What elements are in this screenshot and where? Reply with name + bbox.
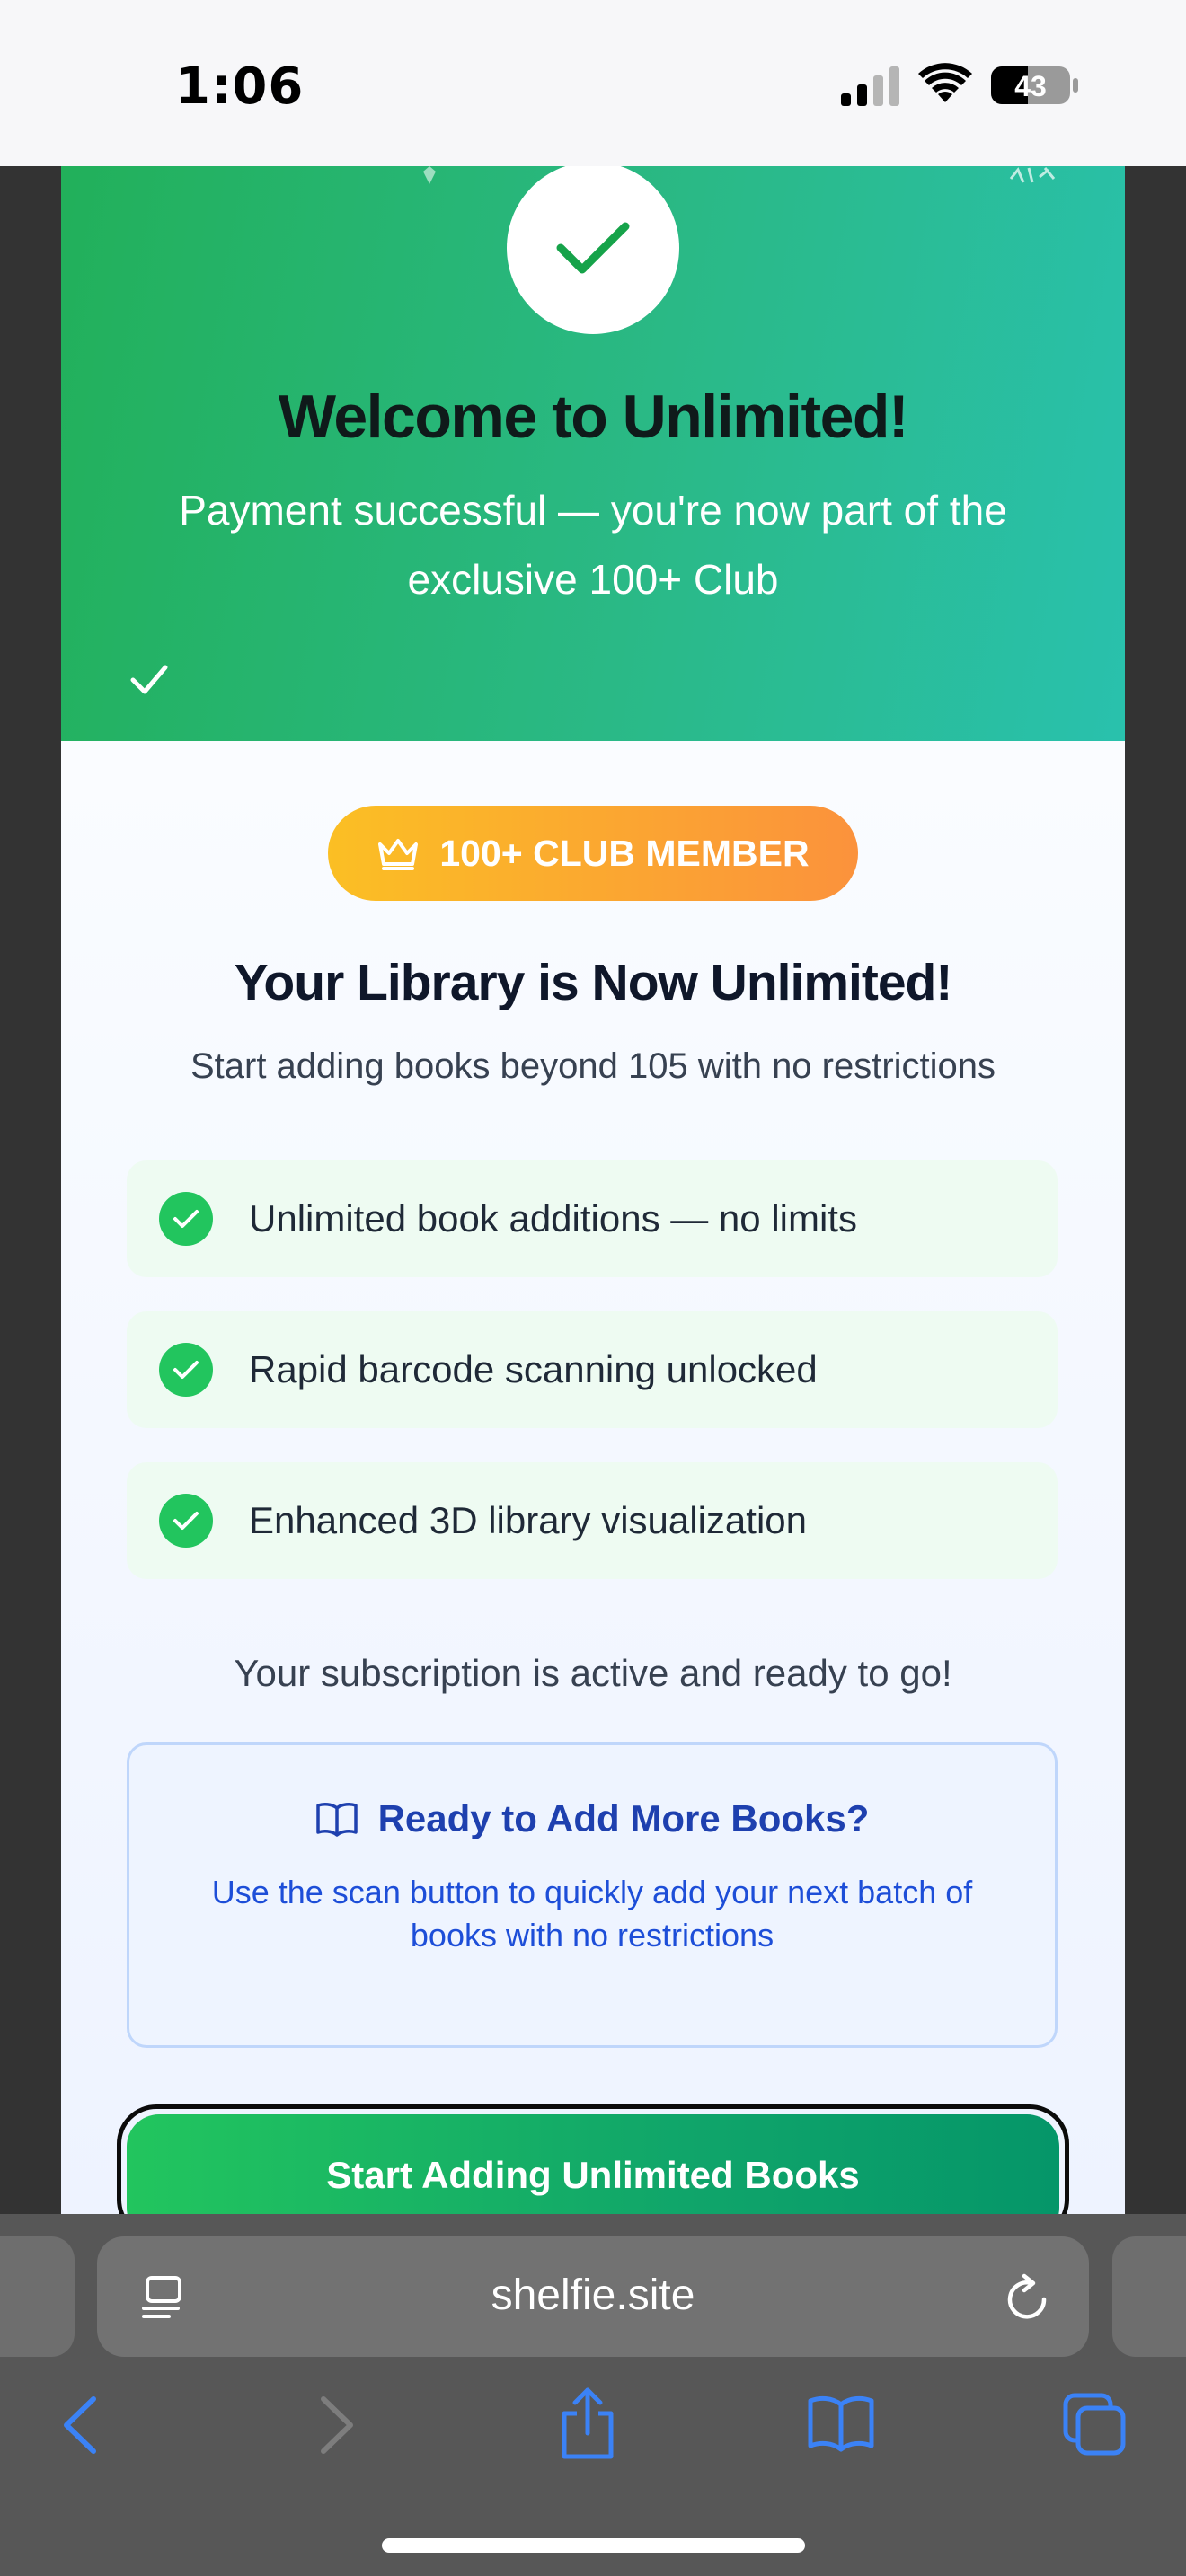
library-subtitle: Start adding books beyond 105 with no re… (190, 1046, 996, 1086)
battery-level: 43 (1014, 70, 1047, 102)
modal-subtitle: Payment successful — you're now part of … (179, 487, 1007, 603)
address-bar[interactable]: shelfie.site (97, 2236, 1089, 2357)
feature-label: Enhanced 3D library visualization (249, 1499, 807, 1541)
success-modal: Welcome to Unlimited! Payment successful… (61, 166, 1125, 2214)
modal-header: Welcome to Unlimited! Payment successful… (61, 166, 1125, 741)
feature-label: Rapid barcode scanning unlocked (249, 1348, 818, 1390)
status-bar: 1:06 43 (0, 0, 1186, 166)
decorative-check-icon (130, 665, 168, 694)
library-title: Your Library is Now Unlimited! (234, 954, 953, 1011)
club-member-label: 100+ CLUB MEMBER (439, 832, 810, 874)
modal-title: Welcome to Unlimited! (278, 383, 909, 451)
feature-item: Unlimited book additions — no limits (127, 1160, 1058, 1277)
previous-tab-preview[interactable] (0, 2236, 75, 2357)
check-circle-icon (159, 1192, 213, 1246)
success-badge (507, 166, 679, 334)
info-body: Use the scan button to quickly add your … (211, 1874, 973, 1954)
feature-item: Enhanced 3D library visualization (127, 1462, 1058, 1579)
cta-focus-ring: Start Adding Unlimited Books (117, 2104, 1069, 2214)
home-indicator[interactable] (382, 2538, 805, 2553)
signal-icon (841, 66, 899, 106)
feature-label: Unlimited book additions — no limits (249, 1197, 857, 1239)
crown-icon (378, 839, 419, 870)
wifi-icon (918, 63, 972, 102)
back-icon[interactable] (58, 2394, 102, 2457)
sparkle-icon (1009, 167, 1056, 183)
bookmarks-icon[interactable] (807, 2394, 875, 2453)
info-title-row: Ready to Add More Books? (129, 1797, 1055, 1840)
check-circle-icon (159, 1343, 213, 1397)
status-time: 1:06 (175, 57, 305, 116)
forward-icon[interactable] (314, 2394, 359, 2457)
feature-item: Rapid barcode scanning unlocked (127, 1311, 1058, 1428)
open-book-icon (315, 1803, 358, 1837)
info-box: Ready to Add More Books? Use the scan bu… (127, 1742, 1058, 2048)
reload-icon[interactable] (1005, 2272, 1051, 2323)
share-icon[interactable] (559, 2386, 616, 2460)
info-title: Ready to Add More Books? (377, 1797, 870, 1839)
club-member-badge: 100+ CLUB MEMBER (328, 806, 858, 901)
page-background-right (1125, 166, 1186, 2214)
start-adding-books-button[interactable]: Start Adding Unlimited Books (127, 2114, 1059, 2214)
url-text[interactable]: shelfie.site (97, 2271, 1089, 2320)
next-tab-preview[interactable] (1112, 2236, 1186, 2357)
tabs-icon[interactable] (1062, 2392, 1127, 2457)
page-background-left (0, 166, 61, 2214)
subscription-status-note: Your subscription is active and ready to… (234, 1652, 952, 1694)
browser-toolbar: shelfie.site (0, 2214, 1186, 2576)
battery-icon: 43 (991, 66, 1078, 104)
success-check-icon (556, 222, 630, 274)
sparkle-icon (423, 166, 436, 184)
check-circle-icon (159, 1494, 213, 1548)
